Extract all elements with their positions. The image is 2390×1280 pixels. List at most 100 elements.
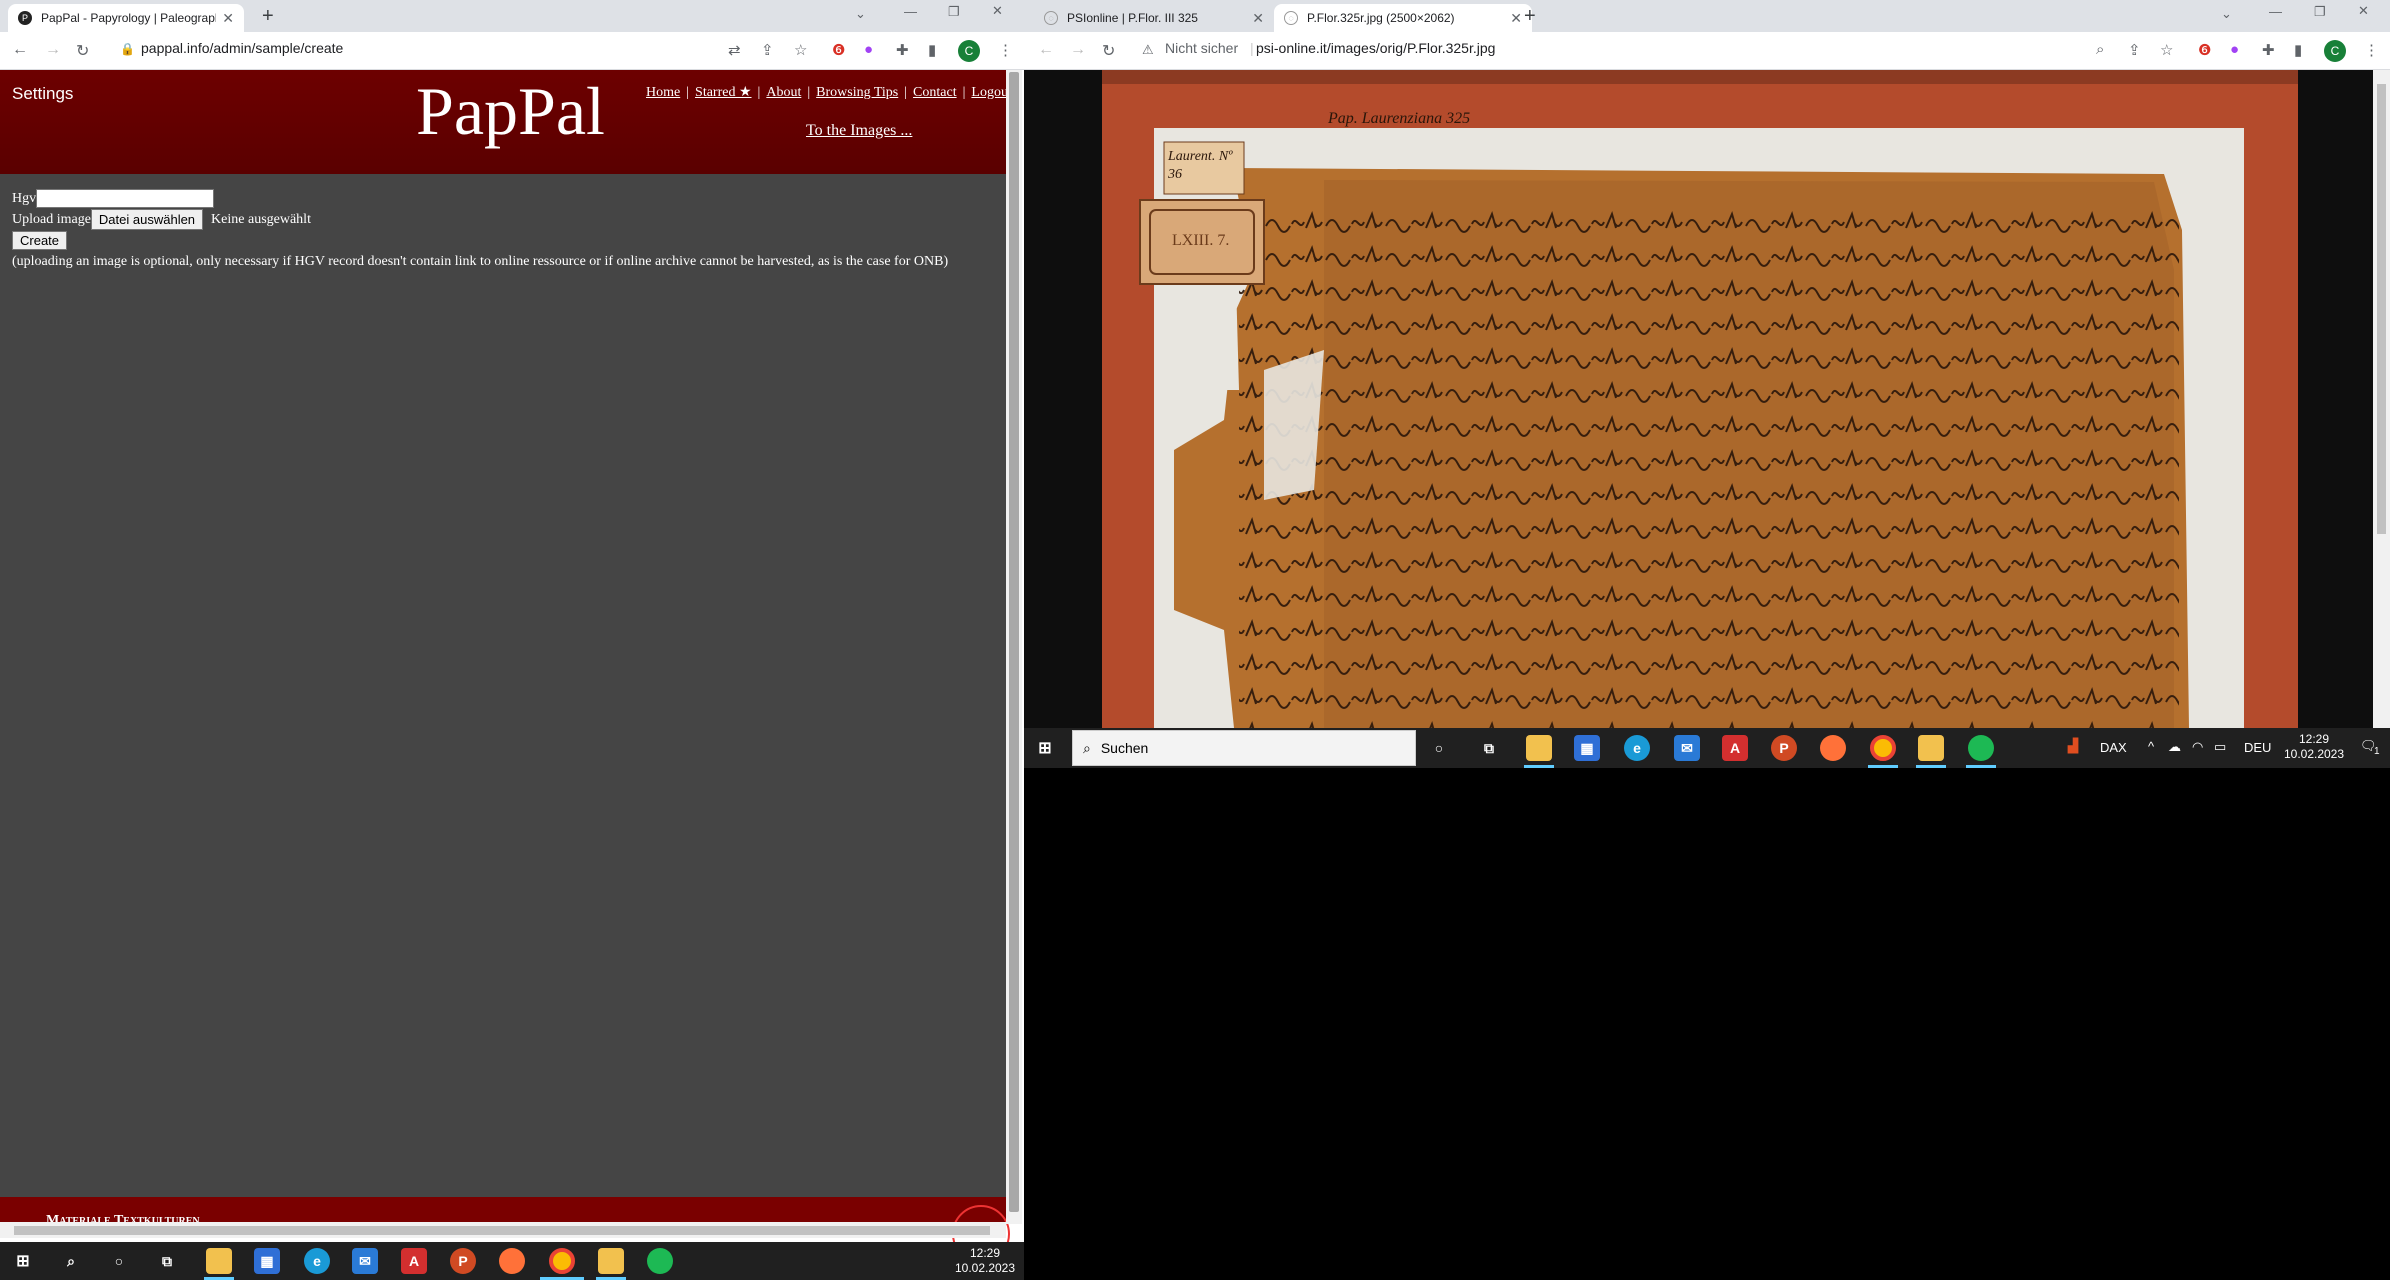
address-bar[interactable]: pappal.info/admin/sample/create: [141, 40, 343, 56]
restore-button[interactable]: ❐: [2314, 4, 2326, 20]
tab-psionline[interactable]: ◌ PSIonline | P.Flor. III 325 ✕: [1034, 4, 1274, 32]
powerpoint-icon[interactable]: P: [1771, 735, 1797, 761]
scroll-thumb[interactable]: [14, 1226, 990, 1235]
address-separator: |: [1250, 40, 1254, 56]
tray-chevron-icon[interactable]: ^: [2148, 739, 2154, 754]
minimize-button[interactable]: —: [904, 4, 917, 19]
powerpoint-icon[interactable]: P: [450, 1248, 476, 1274]
nav-about[interactable]: About: [766, 85, 801, 100]
close-tab-icon[interactable]: ✕: [222, 10, 234, 27]
tab-search-icon[interactable]: ⌄: [855, 6, 866, 22]
reload-button[interactable]: ↻: [1102, 41, 1115, 61]
firefox-icon[interactable]: [499, 1248, 525, 1274]
task-view-icon[interactable]: ⧉: [154, 1248, 180, 1274]
minimize-button[interactable]: —: [2269, 4, 2282, 19]
search-icon[interactable]: ⌕: [58, 1248, 84, 1274]
mail-icon[interactable]: ✉: [1674, 735, 1700, 761]
chrome-icon[interactable]: [549, 1248, 575, 1274]
profile-avatar[interactable]: C: [958, 40, 980, 62]
clock[interactable]: 12:29 10.02.2023: [2280, 732, 2348, 762]
profile-avatar[interactable]: C: [2324, 40, 2346, 62]
tab-search-icon[interactable]: ⌄: [2221, 6, 2232, 22]
new-tab-button[interactable]: +: [262, 5, 274, 28]
menu-icon[interactable]: ⋮: [998, 41, 1013, 59]
restore-button[interactable]: ❐: [948, 4, 960, 20]
bookmark-star-icon[interactable]: ☆: [794, 41, 807, 59]
explorer-icon[interactable]: [1526, 735, 1552, 761]
close-tab-icon[interactable]: ✕: [1510, 10, 1522, 27]
dax-label[interactable]: DAX: [2100, 740, 2127, 755]
store-icon[interactable]: ▦: [254, 1248, 280, 1274]
acrobat-icon[interactable]: A: [401, 1248, 427, 1274]
address-bar[interactable]: psi-online.it/images/orig/P.Flor.325r.jp…: [1256, 40, 1495, 56]
pappal-logo[interactable]: PapPal: [416, 72, 605, 151]
settings-link[interactable]: Settings: [12, 84, 73, 104]
edge-icon[interactable]: e: [304, 1248, 330, 1274]
extension-red-icon[interactable]: ❻: [2198, 41, 2211, 59]
task-view-icon[interactable]: ⧉: [1476, 735, 1502, 761]
extensions-puzzle-icon[interactable]: ✚: [896, 41, 909, 59]
nav-contact[interactable]: Contact: [913, 85, 957, 100]
cortana-icon[interactable]: ○: [1426, 735, 1452, 761]
cortana-icon[interactable]: ○: [106, 1248, 132, 1274]
warning-icon[interactable]: ⚠: [1142, 42, 1154, 58]
chrome-icon[interactable]: [1870, 735, 1896, 761]
editor-icon[interactable]: [1918, 735, 1944, 761]
choose-file-button[interactable]: Datei auswählen: [90, 209, 204, 230]
sidepanel-icon[interactable]: ▮: [928, 41, 936, 59]
translate-icon[interactable]: ⇄: [728, 41, 741, 59]
wifi-icon[interactable]: ◠: [2192, 739, 2203, 755]
tab-pappal[interactable]: P PapPal - Papyrology | Paleograph ✕: [8, 4, 244, 32]
create-button[interactable]: Create: [12, 231, 68, 250]
tab-image[interactable]: ◌ P.Flor.325r.jpg (2500×2062) ✕: [1274, 4, 1532, 32]
menu-icon[interactable]: ⋮: [2364, 41, 2379, 59]
store-icon[interactable]: ▦: [1574, 735, 1600, 761]
battery-icon[interactable]: ▭: [2214, 739, 2226, 755]
extension-purple-icon[interactable]: ●: [2230, 41, 2239, 58]
explorer-icon[interactable]: [206, 1248, 232, 1274]
reload-button[interactable]: ↻: [76, 41, 89, 61]
acrobat-icon[interactable]: A: [1722, 735, 1748, 761]
extension-red-icon[interactable]: ❻: [832, 41, 845, 59]
scroll-thumb[interactable]: [2377, 84, 2386, 534]
horizontal-scrollbar[interactable]: [0, 1222, 1006, 1238]
sidepanel-icon[interactable]: ▮: [2294, 41, 2302, 59]
close-window-button[interactable]: ✕: [2358, 3, 2369, 19]
bookmark-star-icon[interactable]: ☆: [2160, 41, 2173, 59]
share-icon[interactable]: ⇪: [761, 41, 774, 59]
zoom-icon[interactable]: ⌕: [2096, 41, 2104, 58]
new-tab-button[interactable]: +: [1524, 5, 1536, 28]
start-button[interactable]: ⊞: [10, 1248, 36, 1274]
forward-button[interactable]: →: [1070, 41, 1086, 59]
share-icon[interactable]: ⇪: [2128, 41, 2141, 59]
spotify-icon[interactable]: [1968, 735, 1994, 761]
language-indicator[interactable]: DEU: [2244, 740, 2271, 755]
back-button[interactable]: ←: [12, 41, 28, 59]
onedrive-icon[interactable]: ☁: [2168, 739, 2181, 755]
start-button[interactable]: ⊞: [1032, 735, 1058, 761]
image-scrollbar[interactable]: [2373, 70, 2390, 728]
nav-logout[interactable]: Logou: [971, 85, 1008, 100]
nav-starred[interactable]: Starred ★: [695, 85, 751, 100]
nav-home[interactable]: Home: [646, 85, 680, 100]
clock-time: 12:29: [969, 1246, 1001, 1260]
forward-button[interactable]: →: [45, 41, 61, 59]
nav-browsing-tips[interactable]: Browsing Tips: [816, 85, 898, 100]
vertical-scrollbar[interactable]: [1006, 70, 1022, 1224]
clock[interactable]: 12:29 10.02.2023: [950, 1246, 1020, 1276]
firefox-icon[interactable]: [1820, 735, 1846, 761]
mail-icon[interactable]: ✉: [352, 1248, 378, 1274]
taskbar-search[interactable]: ⌕ Suchen: [1072, 730, 1416, 766]
edge-icon[interactable]: e: [1624, 735, 1650, 761]
close-tab-icon[interactable]: ✕: [1252, 10, 1264, 27]
editor-icon[interactable]: [598, 1248, 624, 1274]
extensions-puzzle-icon[interactable]: ✚: [2262, 41, 2275, 59]
hgv-input[interactable]: [36, 189, 215, 208]
to-the-images-link[interactable]: To the Images ...: [806, 122, 912, 140]
close-window-button[interactable]: ✕: [992, 3, 1003, 19]
back-button[interactable]: ←: [1038, 41, 1054, 59]
security-label[interactable]: Nicht sicher: [1165, 40, 1238, 56]
spotify-icon[interactable]: [647, 1248, 673, 1274]
scroll-thumb[interactable]: [1009, 72, 1019, 1212]
extension-purple-icon[interactable]: ●: [864, 41, 873, 58]
